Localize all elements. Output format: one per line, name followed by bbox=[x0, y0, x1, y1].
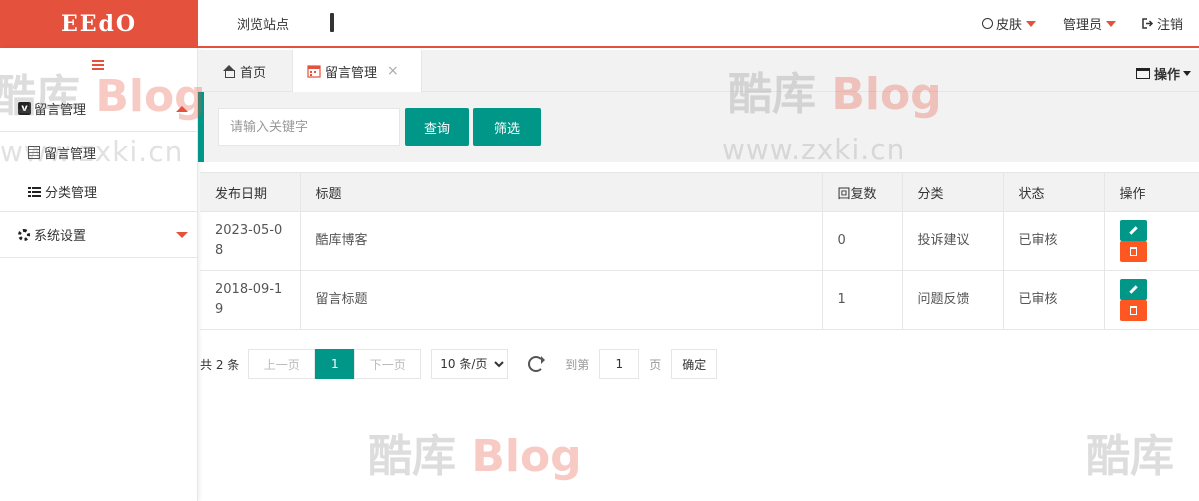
edit-button[interactable] bbox=[1119, 279, 1147, 300]
sidebar-group-label: 留言管理 bbox=[34, 103, 87, 118]
column-header[interactable]: 操作 bbox=[1103, 172, 1199, 212]
tab-home[interactable]: 首页 bbox=[222, 50, 266, 92]
caret-down-icon bbox=[176, 231, 188, 238]
monitor-icon[interactable] bbox=[330, 13, 344, 32]
sidebar-item-label: 分类管理 bbox=[45, 186, 98, 201]
tab-messages[interactable]: 留言管理 × bbox=[292, 50, 422, 92]
column-header[interactable]: 发布日期 bbox=[200, 172, 300, 212]
query-button[interactable]: 查询 bbox=[405, 108, 469, 146]
table-row[interactable]: 2018-09-19 留言标题 1 问题反馈 已审核 bbox=[200, 270, 1199, 330]
search-panel: 查询 筛选 bbox=[198, 92, 1199, 162]
sidebar: v 留言管理 留言管理 分类管理 系统设置 bbox=[0, 48, 198, 501]
sidebar-group-messages[interactable]: v 留言管理 bbox=[0, 86, 198, 132]
caret-up-icon bbox=[176, 105, 188, 112]
site-logo[interactable]: EEdO bbox=[0, 0, 198, 48]
cell-date: 2023-05-08 bbox=[200, 211, 300, 271]
operations-menu[interactable]: 操作 bbox=[1135, 64, 1191, 83]
cell-title: 留言标题 bbox=[299, 270, 822, 330]
sidebar-group-label: 系统设置 bbox=[34, 229, 87, 244]
cell-category: 问题反馈 bbox=[901, 270, 1003, 330]
logout-icon bbox=[1142, 18, 1154, 29]
column-header[interactable]: 回复数 bbox=[821, 172, 902, 212]
watermark-logo: 酷库 bbox=[1086, 431, 1174, 482]
tab-label: 首页 bbox=[240, 65, 267, 81]
column-header[interactable]: 分类 bbox=[901, 172, 1003, 212]
admin-menu[interactable]: 管理员 bbox=[1063, 14, 1117, 33]
trash-icon bbox=[1129, 247, 1137, 256]
table-row[interactable]: 2023-05-08 酷库博客 0 投诉建议 已审核 bbox=[200, 211, 1199, 271]
tab-bar: 首页 留言管理 × 操作 bbox=[198, 50, 1199, 92]
watermark-logo: 酷库 Blog bbox=[368, 431, 582, 482]
pagination: 共 2 条 上一页 1 下一页 10 条/页 到第 页 确定 bbox=[200, 349, 718, 379]
prev-page-button[interactable]: 上一页 bbox=[248, 349, 316, 379]
circle-icon bbox=[982, 18, 993, 29]
cell-date: 2018-09-19 bbox=[200, 270, 300, 330]
cell-category: 投诉建议 bbox=[901, 211, 1003, 271]
hamburger-icon[interactable] bbox=[92, 60, 104, 70]
sidebar-group-settings[interactable]: 系统设置 bbox=[0, 212, 198, 258]
goto-label: 到第 bbox=[565, 357, 590, 372]
sidebar-item-label: 留言管理 bbox=[44, 146, 97, 162]
skin-label: 皮肤 bbox=[996, 18, 1023, 33]
column-header[interactable]: 状态 bbox=[1002, 172, 1104, 212]
list-icon bbox=[28, 186, 41, 197]
accent-bar bbox=[198, 92, 204, 162]
calendar-icon bbox=[307, 65, 321, 78]
trash-icon bbox=[1129, 306, 1137, 315]
messages-table: 发布日期 标题 回复数 分类 状态 操作 2023-05-08 酷库博客 0 投… bbox=[200, 172, 1199, 330]
search-input[interactable] bbox=[218, 108, 400, 146]
filter-button[interactable]: 筛选 bbox=[473, 108, 541, 146]
column-header[interactable]: 标题 bbox=[299, 172, 822, 212]
v-logo-icon: v bbox=[18, 102, 31, 115]
admin-label: 管理员 bbox=[1063, 18, 1103, 33]
cell-title: 酷库博客 bbox=[299, 211, 822, 271]
total-count: 共 2 条 bbox=[200, 357, 240, 372]
window-icon bbox=[1135, 68, 1150, 79]
cell-actions bbox=[1103, 270, 1199, 330]
delete-button[interactable] bbox=[1119, 300, 1147, 321]
delete-button[interactable] bbox=[1119, 241, 1147, 262]
tab-label: 留言管理 bbox=[325, 65, 378, 81]
cell-actions bbox=[1103, 211, 1199, 271]
top-navbar: 浏览站点 皮肤 管理员 注销 bbox=[198, 0, 1199, 48]
close-icon[interactable]: × bbox=[387, 63, 399, 79]
sidebar-item-categories[interactable]: 分类管理 bbox=[0, 172, 198, 212]
page-size-select[interactable]: 10 条/页 bbox=[431, 349, 509, 379]
gear-icon bbox=[18, 228, 30, 241]
cell-replies: 0 bbox=[821, 211, 902, 271]
browse-site-link[interactable]: 浏览站点 bbox=[237, 14, 289, 33]
caret-down-icon bbox=[1183, 71, 1191, 76]
edit-button[interactable] bbox=[1119, 220, 1147, 241]
home-icon bbox=[222, 64, 236, 78]
page-unit-label: 页 bbox=[649, 357, 662, 372]
page-number-button[interactable]: 1 bbox=[315, 349, 355, 379]
table-header-row: 发布日期 标题 回复数 分类 状态 操作 bbox=[200, 172, 1199, 212]
pencil-icon bbox=[1128, 226, 1138, 235]
skin-menu[interactable]: 皮肤 bbox=[982, 14, 1037, 33]
note-icon bbox=[28, 145, 40, 159]
logout-label: 注销 bbox=[1157, 18, 1184, 33]
cell-replies: 1 bbox=[821, 270, 902, 330]
operations-label: 操作 bbox=[1153, 68, 1180, 83]
sidebar-item-messages[interactable]: 留言管理 bbox=[0, 132, 198, 172]
goto-page-input[interactable] bbox=[599, 349, 640, 379]
refresh-icon[interactable] bbox=[528, 356, 546, 372]
cell-status: 已审核 bbox=[1002, 270, 1104, 330]
caret-down-icon bbox=[1026, 20, 1037, 27]
next-page-button[interactable]: 下一页 bbox=[354, 349, 422, 379]
caret-down-icon bbox=[1106, 20, 1117, 27]
logout-link[interactable]: 注销 bbox=[1142, 14, 1183, 33]
pencil-icon bbox=[1128, 285, 1138, 294]
confirm-button[interactable]: 确定 bbox=[671, 349, 718, 379]
cell-status: 已审核 bbox=[1002, 211, 1104, 271]
